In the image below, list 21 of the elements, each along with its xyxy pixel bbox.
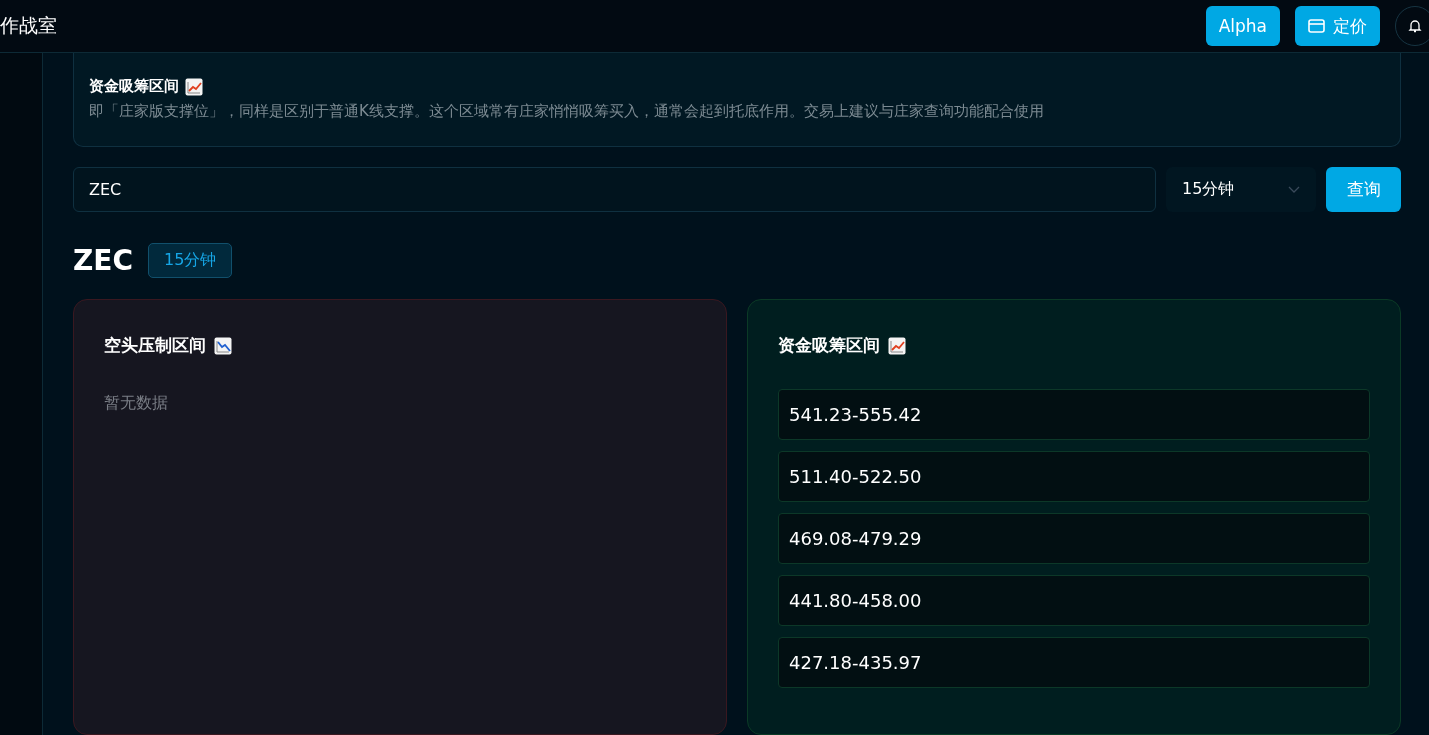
price-range: 541.23-555.42 xyxy=(778,389,1370,440)
query-button[interactable]: 查询 xyxy=(1326,167,1401,212)
alpha-button[interactable]: Alpha xyxy=(1205,6,1280,46)
chevron-down-icon xyxy=(1288,185,1300,194)
empty-message: 暂无数据 xyxy=(104,393,169,414)
symbol-title: ZEC xyxy=(73,244,133,277)
interval-select[interactable]: 15分钟 xyxy=(1166,167,1316,212)
price-range: 441.80-458.00 xyxy=(778,575,1370,626)
zone-title: 空头压制区间 xyxy=(104,334,206,357)
page-title: 作战室 xyxy=(0,13,57,38)
card-icon xyxy=(1308,19,1325,33)
pricing-button[interactable]: 定价 xyxy=(1295,6,1380,46)
info-description: 即「庄家版支撑位」，同样是区别于普通K线支撑。这个区域常有庄家悄悄吸筹买入，通常会起到托底作用。交易上建议与庄家查询功能配合使用 xyxy=(89,102,1045,121)
interval-tag: 15分钟 xyxy=(148,243,233,278)
bell-icon xyxy=(1408,19,1422,33)
price-range: 469.08-479.29 xyxy=(778,513,1370,564)
price-range: 511.40-522.50 xyxy=(778,451,1370,502)
zone-title: 资金吸筹区间 xyxy=(778,334,880,357)
info-title: 资金吸筹区间 xyxy=(89,77,179,96)
symbol-input[interactable]: ZEC xyxy=(73,167,1156,212)
price-range: 427.18-435.97 xyxy=(778,637,1370,688)
